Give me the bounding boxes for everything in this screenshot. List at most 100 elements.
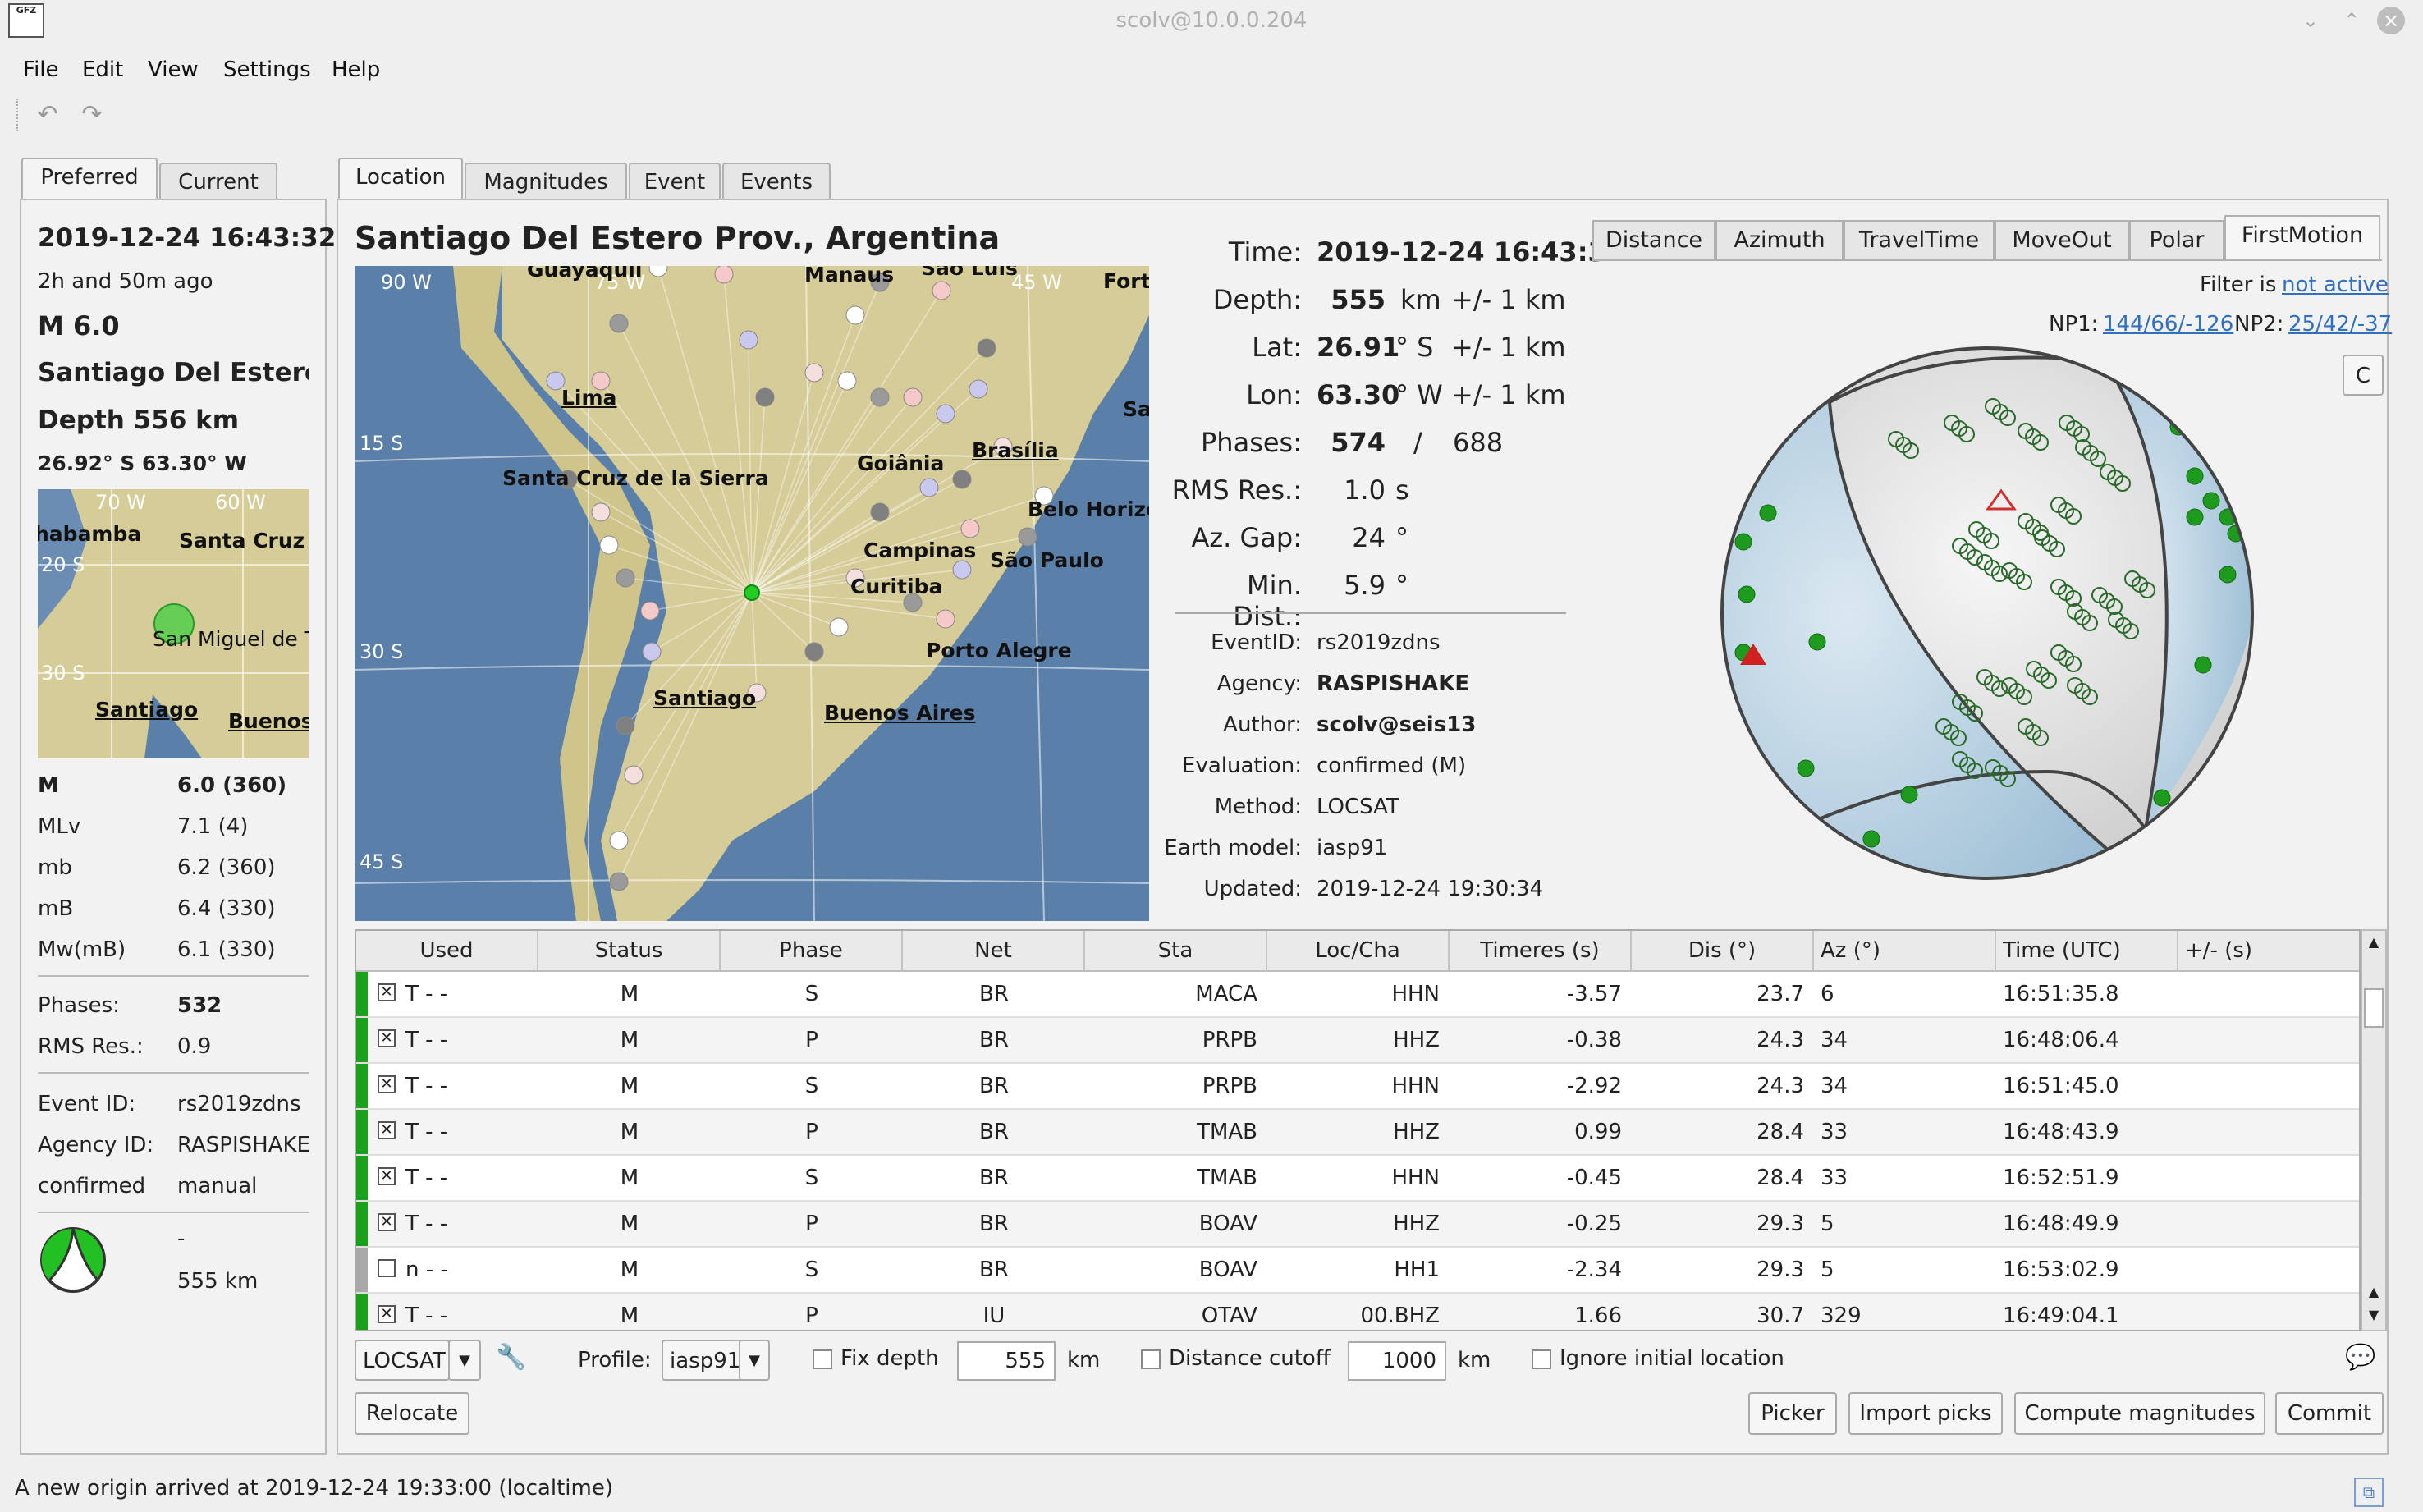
menu-edit[interactable]: Edit [82,57,123,82]
np2-link[interactable]: 25/42/-37 [2288,312,2392,337]
used-indicator [356,1156,368,1200]
tab-polar[interactable]: Polar [2129,220,2224,261]
cutoff-input[interactable]: 1000 [1348,1341,1446,1381]
used-checkbox[interactable]: ✕ [378,1029,396,1047]
arrival-table[interactable]: Used Status Phase Net Sta Loc/Cha Timere… [355,929,2361,1331]
used-checkbox[interactable]: ✕ [378,1121,396,1139]
cell-res: -0.25 [1566,1212,1622,1236]
column-header[interactable]: Used [356,931,538,972]
mag-type: Mw(mB) [38,937,126,962]
menu-settings[interactable]: Settings [223,57,311,82]
first-motion-plot[interactable] [1719,345,2256,882]
compute-magnitudes-button[interactable]: Compute magnitudes [2014,1392,2265,1435]
fix-depth-checkbox[interactable] [813,1349,832,1369]
close-icon[interactable]: × [2377,7,2405,34]
tab-event[interactable]: Event [629,163,721,200]
depth-input[interactable]: 555 [957,1341,1056,1381]
chat-icon[interactable]: 💬 [2344,1343,2377,1372]
import-picks-button[interactable]: Import picks [1848,1392,2003,1435]
scroll-up-icon[interactable]: ▲ [2364,1282,2384,1302]
tab-current[interactable]: Current [159,163,277,200]
column-header[interactable]: +/- (s) [2178,931,2359,972]
menu-help[interactable]: Help [332,57,380,82]
location-map[interactable]: 90 W 75 W 45 W 15 S 30 S 45 S Guayaquil … [355,266,1149,921]
table-row[interactable]: ✕ T - - M S BR TMAB HHN -0.45 28.4 33 16:52:51.9 [356,1156,2359,1202]
column-header[interactable]: Az (°) [1814,931,1996,972]
table-row[interactable]: ✕ T - - M S BR PRPB HHN -2.92 24.3 34 16:51:45.0 [356,1064,2359,1110]
column-header[interactable]: Phase [721,931,903,972]
commit-button[interactable]: Commit [2275,1392,2384,1435]
tab-preferred[interactable]: Preferred [21,158,158,200]
map-city-label: Buenos Aires [824,701,976,725]
column-header[interactable]: Sta [1085,931,1267,972]
locator-select[interactable]: LOCSAT [355,1340,450,1381]
relocate-button[interactable]: Relocate [355,1392,469,1435]
used-checkbox[interactable] [378,1259,396,1277]
picker-button[interactable]: Picker [1748,1392,1837,1435]
used-checkbox[interactable]: ✕ [378,983,396,1001]
table-row[interactable]: ✕ T - - M S BR MACA HHN -3.57 23.7 6 16:51:35.8 [356,972,2359,1018]
cell-res: -0.38 [1566,1028,1622,1052]
wrench-icon[interactable]: 🔧 [496,1343,526,1372]
column-header[interactable]: Time (UTC) [1996,931,2178,972]
column-header[interactable]: Timeres (s) [1450,931,1632,972]
tab-magnitudes[interactable]: Magnitudes [465,163,627,200]
used-checkbox[interactable]: ✕ [378,1305,396,1323]
lat-unit: ° S [1395,332,1434,363]
tab-events[interactable]: Events [722,163,831,200]
scrollbar-thumb[interactable] [2364,988,2384,1028]
redo-icon[interactable]: ↷ [76,100,108,130]
overview-map[interactable]: 70 W 60 W 20 S 30 S habamba Santa Cruz d… [38,489,309,758]
column-header[interactable]: Loc/Cha [1267,931,1450,972]
cell-phase: S [804,1258,819,1282]
connection-icon[interactable]: ⧉ [2354,1478,2384,1507]
cell-sta: TMAB [1197,1120,1257,1144]
tab-traveltime[interactable]: TravelTime [1844,220,1995,261]
column-header[interactable]: Status [538,931,721,972]
tab-firstmotion[interactable]: FirstMotion [2224,215,2380,261]
table-row[interactable]: ✕ T - - M P IU OTAV 00.BHZ 1.66 30.7 329 16:49:04.… [356,1294,2359,1330]
scroll-down-icon[interactable]: ▼ [2364,1305,2384,1325]
chevron-down-icon[interactable]: ▼ [448,1340,481,1381]
cell-net: BR [979,1074,1009,1098]
table-row[interactable]: ✕ T - - M P BR TMAB HHZ 0.99 28.4 33 16:48:43.9 [356,1110,2359,1156]
np1-link[interactable]: 144/66/-126 [2103,312,2233,337]
map-city-label: Buenos [228,709,309,733]
menu-view[interactable]: View [148,57,199,82]
used-checkbox[interactable]: ✕ [378,1075,396,1093]
used-indicator [356,1110,368,1154]
scroll-up-icon[interactable]: ▲ [2364,932,2384,952]
distance-cutoff-checkbox[interactable] [1141,1349,1161,1369]
plot-options-button[interactable]: C [2343,355,2384,396]
meta-value: iasp91 [1317,836,1388,860]
table-row[interactable]: ✕ T - - M P BR PRPB HHZ -0.38 24.3 34 16:48:06.4 [356,1018,2359,1064]
tab-location[interactable]: Location [338,158,463,200]
summary-depth: Depth 556 km [38,405,240,435]
cell-sta: TMAB [1197,1166,1257,1190]
meta-label: Evaluation: [1182,754,1302,778]
undo-icon[interactable]: ↶ [31,100,64,130]
chevron-down-icon[interactable]: ▼ [739,1340,770,1381]
toolbar-handle [16,99,21,131]
maximize-icon[interactable]: ⌃ [2339,8,2364,33]
filter-link[interactable]: not active [2282,273,2389,297]
menu-file[interactable]: File [23,57,59,82]
column-header[interactable]: Net [903,931,1085,972]
cell-cha: HHZ [1393,1120,1440,1144]
used-flags: T - - [405,1212,448,1236]
minimize-icon[interactable]: ⌄ [2298,8,2323,33]
tab-distance[interactable]: Distance [1592,220,1715,261]
tab-azimuth[interactable]: Azimuth [1715,220,1844,261]
tab-moveout[interactable]: MoveOut [1995,220,2129,261]
table-scrollbar[interactable]: ▲ ▲ ▼ [2361,929,2387,1331]
used-checkbox[interactable]: ✕ [378,1213,396,1231]
cell-phase: S [804,1074,819,1098]
ignore-initial-checkbox[interactable] [1532,1349,1551,1369]
used-checkbox[interactable]: ✕ [378,1167,396,1185]
table-row[interactable]: n - - M S BR BOAV HH1 -2.34 29.3 5 16:53:02.9 [356,1248,2359,1294]
divider [1175,612,1566,614]
column-header[interactable]: Dis (°) [1632,931,1814,972]
mag-value: 6.4 (330) [177,896,276,921]
meta-label: Method: [1214,795,1302,819]
table-row[interactable]: ✕ T - - M P BR BOAV HHZ -0.25 29.3 5 16:48:49.9 [356,1202,2359,1248]
